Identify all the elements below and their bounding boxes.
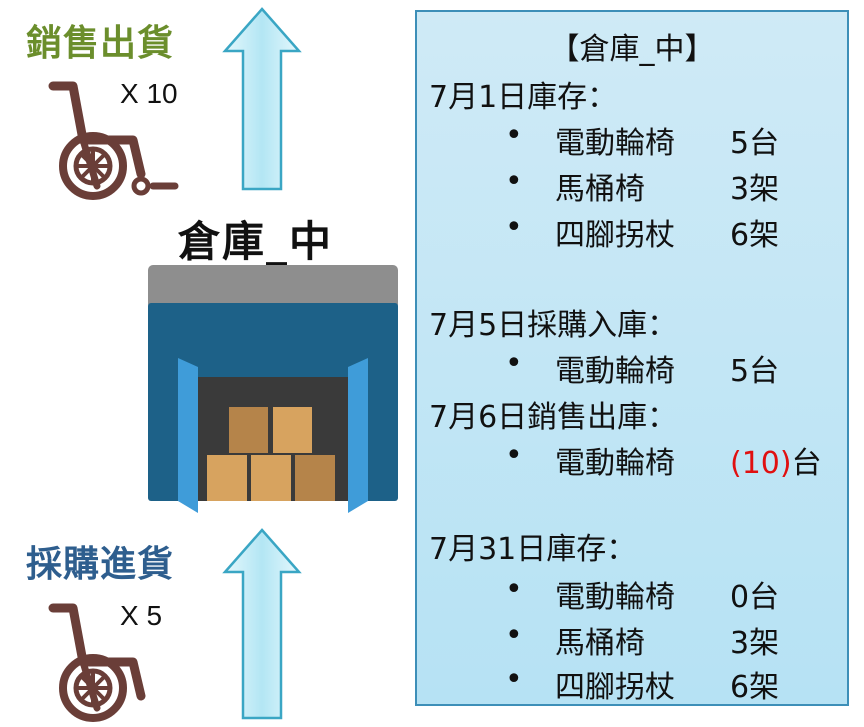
- section-title: 7月6日銷售出庫：: [429, 400, 678, 435]
- bullet: •: [505, 164, 523, 199]
- item-value: 0台: [730, 580, 780, 615]
- item-name: 電動輪椅: [555, 126, 675, 161]
- up-arrow-icon: [222, 7, 302, 191]
- purchase-in-label: 採購進貨: [26, 544, 175, 585]
- bullet: •: [505, 662, 523, 697]
- item-name: 馬桶椅: [555, 626, 645, 661]
- section-title: 7月31日庫存：: [429, 532, 637, 567]
- item-value: 5台: [730, 354, 780, 389]
- unit: 台: [791, 446, 822, 481]
- bullet: •: [505, 346, 523, 381]
- inventory-panel: 【倉庫_中】 7月1日庫存： • 電動輪椅 5台 • 馬桶椅 3架 • 四腳拐杖…: [415, 10, 849, 706]
- item-value: 3架: [730, 626, 780, 661]
- negative-quantity: (10): [730, 446, 792, 481]
- bullet: •: [505, 118, 523, 153]
- purchase-quantity: X 5: [120, 600, 163, 631]
- wheelchair-icon: [48, 603, 146, 722]
- up-arrow-icon: [222, 528, 302, 720]
- item-value: 6架: [730, 218, 780, 253]
- item-name: 四腳拐杖: [555, 670, 675, 705]
- item-name: 四腳拐杖: [555, 218, 675, 253]
- bullet: •: [505, 438, 523, 473]
- section-title: 7月5日採購入庫：: [429, 308, 678, 343]
- item-name: 馬桶椅: [555, 172, 645, 207]
- section-title: 7月1日庫存：: [429, 80, 618, 115]
- sales-out-label: 銷售出貨: [26, 23, 175, 64]
- item-name: 電動輪椅: [555, 354, 675, 389]
- item-value: (10)台: [730, 438, 822, 482]
- warehouse-icon: [148, 265, 398, 513]
- item-name: 電動輪椅: [555, 446, 675, 481]
- item-value: 5台: [730, 126, 780, 161]
- bullet: •: [505, 618, 523, 653]
- item-value: 6架: [730, 670, 780, 705]
- panel-heading: 【倉庫_中】: [549, 32, 715, 67]
- item-name: 電動輪椅: [555, 580, 675, 615]
- item-value: 3架: [730, 172, 780, 207]
- sales-quantity: X 10: [120, 78, 178, 109]
- bullet: •: [505, 210, 523, 245]
- bullet: •: [505, 572, 523, 607]
